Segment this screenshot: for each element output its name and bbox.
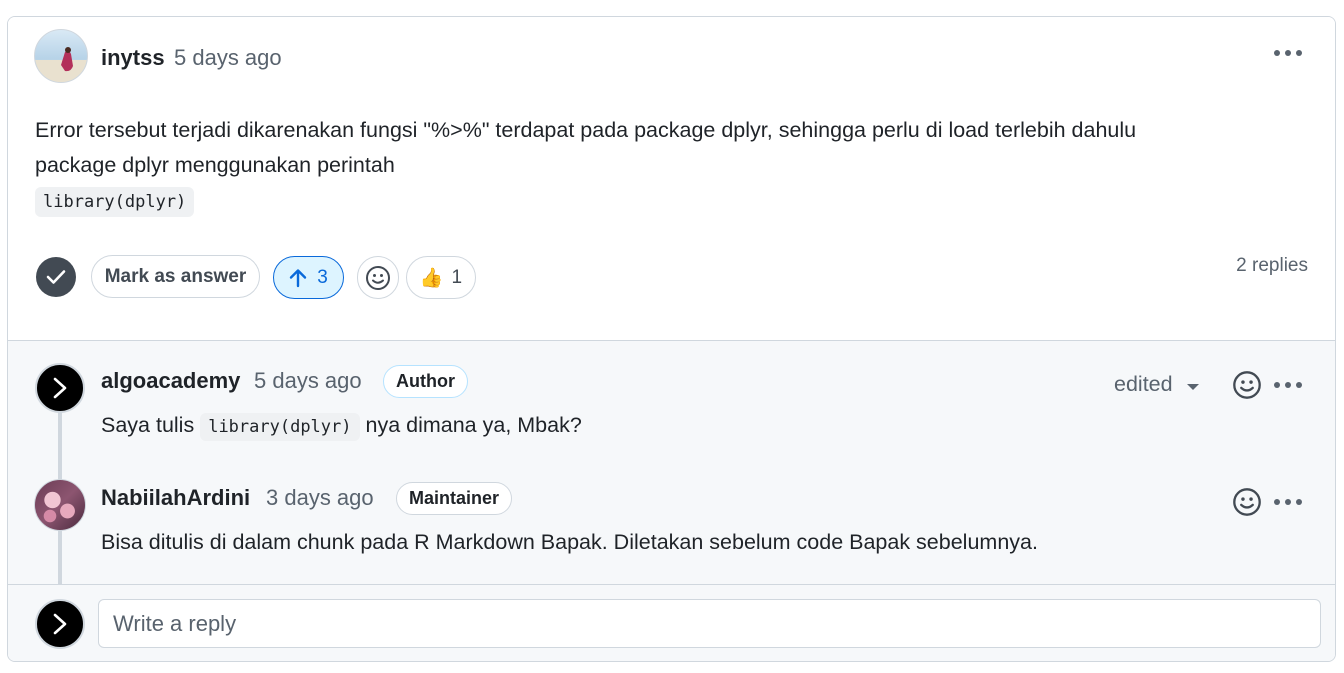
thumbs-up-reaction[interactable]: 👍 1	[406, 256, 476, 299]
code-snippet: library(dplyr)	[35, 187, 195, 217]
kebab-icon	[1274, 382, 1302, 388]
comment-timestamp[interactable]: 5 days ago	[174, 45, 282, 71]
maintainer-badge: Maintainer	[396, 482, 513, 515]
reply-options-button[interactable]	[1270, 488, 1306, 516]
comment-author[interactable]: inytss	[101, 45, 165, 71]
main-comment: inytss 5 days ago Error tersebut terjadi…	[8, 17, 1335, 340]
chevron-right-icon	[53, 613, 67, 635]
avatar-algoacademy[interactable]	[35, 363, 85, 413]
reply-input[interactable]	[98, 599, 1321, 648]
reply-text-before: Saya tulis	[101, 413, 195, 437]
smiley-icon	[1233, 488, 1261, 516]
comment-body: Error tersebut terjadi dikarenakan fungs…	[35, 113, 1275, 183]
smiley-icon	[1233, 371, 1261, 399]
upvote-button[interactable]: 3	[273, 256, 344, 299]
reply-body: Bisa ditulis di dalam chunk pada R Markd…	[101, 530, 1038, 554]
thumbs-up-count: 1	[451, 266, 463, 288]
arrow-up-icon	[290, 268, 307, 287]
reply-composer	[8, 584, 1335, 661]
replies-count: 2 replies	[1236, 255, 1308, 276]
author-badge: Author	[383, 365, 468, 398]
reply-add-reaction-button[interactable]	[1232, 370, 1262, 400]
comment-options-button[interactable]	[1270, 39, 1306, 67]
comment-body-line-1: Error tersebut terjadi dikarenakan fungs…	[35, 118, 1137, 142]
reply-options-button[interactable]	[1270, 371, 1306, 399]
avatar-nabiilahardini[interactable]	[34, 479, 86, 531]
reply-add-reaction-button[interactable]	[1232, 487, 1262, 517]
kebab-icon	[1274, 50, 1302, 56]
mark-answer-check-button[interactable]	[36, 257, 76, 297]
reply-timestamp[interactable]: 5 days ago	[254, 368, 362, 394]
edited-label: edited	[1114, 372, 1173, 396]
reply-author[interactable]: NabiilahArdini	[101, 485, 250, 511]
reply-text-after: nya dimana ya, Mbak?	[365, 413, 582, 437]
avatar-photo	[35, 47, 87, 82]
edited-dropdown[interactable]: edited	[1114, 372, 1199, 397]
reply-code-snippet: library(dplyr)	[200, 413, 360, 441]
mark-as-answer-button[interactable]: Mark as answer	[91, 255, 260, 298]
mark-as-answer-label: Mark as answer	[104, 265, 247, 287]
add-reaction-button[interactable]	[357, 256, 399, 299]
check-icon	[46, 270, 66, 284]
replies-section: algoacademy 5 days ago Author edited Say…	[8, 340, 1335, 585]
comment-body-line-2: package dplyr menggunakan perintah	[35, 153, 395, 177]
chevron-right-icon	[53, 377, 67, 399]
thumbs-up-icon: 👍	[419, 267, 444, 289]
smiley-icon	[366, 265, 390, 290]
reply-author[interactable]: algoacademy	[101, 368, 240, 394]
reply-body: Saya tulis library(dplyr) nya dimana ya,…	[101, 409, 582, 443]
kebab-icon	[1274, 499, 1302, 505]
reply-timestamp[interactable]: 3 days ago	[266, 485, 374, 511]
discussion-comment-card: inytss 5 days ago Error tersebut terjadi…	[7, 16, 1336, 662]
caret-down-icon	[1186, 383, 1199, 390]
upvote-count: 3	[317, 266, 328, 288]
current-user-avatar[interactable]	[35, 599, 85, 649]
avatar-inytss[interactable]	[34, 29, 88, 83]
